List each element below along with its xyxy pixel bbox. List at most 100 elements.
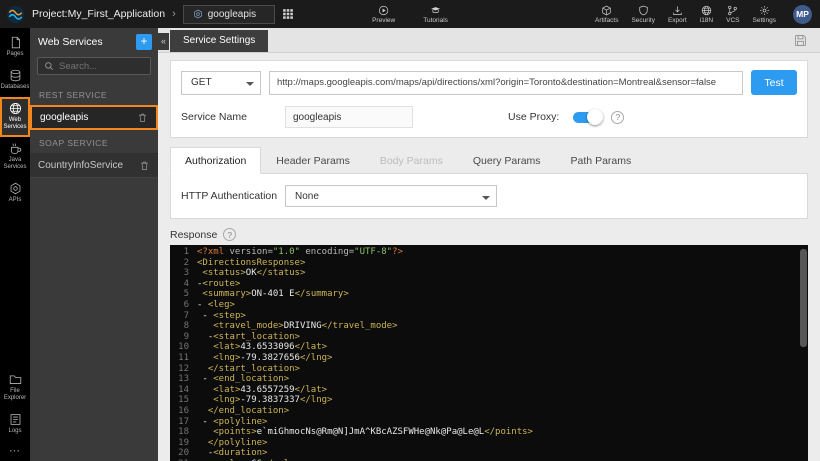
use-proxy-toggle[interactable] bbox=[573, 109, 604, 125]
sidebar-item-web-services[interactable]: Web Services bbox=[0, 97, 30, 137]
code-line: 20 -<duration> bbox=[170, 448, 808, 459]
editor-scrollbar[interactable] bbox=[799, 246, 807, 461]
sidebar-top-group: Pages Databases Web Services Java Services A… bbox=[0, 31, 30, 210]
topbar-item-artifacts[interactable]: Artifacts bbox=[595, 5, 618, 24]
databases-icon bbox=[9, 69, 22, 82]
service-item-label: CountryInfoService bbox=[38, 159, 124, 171]
line-number: 10 bbox=[178, 342, 189, 353]
line-number: 17 bbox=[178, 416, 189, 427]
security-icon bbox=[638, 5, 649, 16]
tab-authorization[interactable]: Authorization bbox=[170, 147, 262, 174]
topbar: Project:My_First_Application › googleapi… bbox=[0, 0, 820, 28]
service-item-googleapis[interactable]: googleapis bbox=[30, 105, 158, 130]
http-auth-select[interactable]: None bbox=[285, 185, 497, 207]
search-icon bbox=[44, 61, 54, 71]
topbar-item-security[interactable]: Security bbox=[631, 5, 655, 24]
service-item-countryinfoservice[interactable]: CountryInfoService bbox=[30, 153, 158, 178]
request-card: GET Test Service Name Use Proxy: ? bbox=[170, 60, 808, 138]
response-editor[interactable]: 1 <?xml version="1.0" encoding="UTF-8"?> 2… bbox=[170, 245, 808, 461]
line-number: 5 bbox=[183, 289, 189, 300]
delete-icon[interactable] bbox=[139, 160, 150, 171]
sidebar-item-java-services[interactable]: Java Services bbox=[0, 137, 30, 177]
sidebar-item-logs[interactable]: Logs bbox=[0, 408, 30, 441]
search-input[interactable] bbox=[59, 60, 144, 72]
panel-header: Web Services + bbox=[30, 28, 158, 55]
code-line: 5 <summary>ON-401 E</summary> bbox=[170, 289, 808, 300]
line-number: 9 bbox=[183, 331, 189, 342]
sidebar-item-file-explorer[interactable]: File Explorer bbox=[0, 368, 30, 408]
code-line: 3 <status>OK</status> bbox=[170, 268, 808, 279]
add-service-button[interactable]: + bbox=[136, 34, 152, 50]
delete-icon[interactable] bbox=[137, 112, 148, 123]
topbar-item-preview[interactable]: Preview bbox=[372, 5, 395, 24]
test-button[interactable]: Test bbox=[751, 70, 797, 95]
request-url-input[interactable] bbox=[269, 70, 743, 95]
tab-query-params[interactable]: Query Params bbox=[458, 147, 556, 174]
line-number: 13 bbox=[178, 374, 189, 385]
code-line: 13 - <end_location> bbox=[170, 374, 808, 385]
project-name[interactable]: Project:My_First_Application bbox=[32, 8, 165, 20]
sidebar-item-label: Databases bbox=[0, 84, 30, 90]
sidebar-bottom-group: File Explorer Logs bbox=[0, 368, 30, 441]
service-selector-icon bbox=[193, 9, 203, 19]
page-body: GET Test Service Name Use Proxy: ? Autho… bbox=[158, 53, 820, 461]
app-logo-icon[interactable] bbox=[6, 5, 25, 24]
vcs-icon bbox=[727, 5, 738, 16]
tab-service-settings[interactable]: Service Settings bbox=[170, 30, 269, 52]
tab-header-params[interactable]: Header Params bbox=[261, 147, 365, 174]
http-method-select[interactable]: GET bbox=[181, 70, 261, 95]
service-selector[interactable]: googleapis bbox=[182, 4, 275, 24]
topbar-item-settings[interactable]: Settings bbox=[753, 5, 776, 24]
params-tabs: Authorization Header Params Body Params Que… bbox=[170, 147, 808, 174]
artifacts-icon bbox=[601, 5, 612, 16]
topbar-item-export[interactable]: Export bbox=[668, 5, 687, 24]
collapse-panel-button[interactable]: « bbox=[158, 33, 169, 50]
authorization-card: HTTP Authentication None bbox=[170, 173, 808, 219]
code-line: 1 <?xml version="1.0" encoding="UTF-8"?> bbox=[170, 247, 808, 258]
service-selector-label: googleapis bbox=[207, 8, 257, 20]
proxy-help-icon[interactable]: ? bbox=[611, 110, 625, 124]
topbar-item-label: Preview bbox=[372, 16, 396, 24]
code-line: 11 <lng>-79.3827656</lng> bbox=[170, 353, 808, 364]
search-box[interactable] bbox=[37, 57, 151, 75]
main-content: Service Settings GET Test Service Name bbox=[158, 28, 820, 461]
section-title-soap-service: SOAP SERVICE bbox=[39, 138, 108, 148]
line-number: 8 bbox=[183, 321, 189, 332]
code-line: 19 </polyline> bbox=[170, 438, 808, 449]
http-auth-value: None bbox=[295, 190, 319, 202]
save-icon[interactable] bbox=[794, 34, 807, 47]
user-avatar[interactable]: MP bbox=[793, 4, 812, 24]
topbar-right: Artifacts Security Export i18N VCS Settings bbox=[595, 5, 776, 24]
line-number: 4 bbox=[183, 278, 189, 289]
section-title-rest-service: REST SERVICE bbox=[39, 90, 108, 100]
topbar-item-i18n[interactable]: i18N bbox=[700, 5, 713, 24]
code-area: 1 <?xml version="1.0" encoding="UTF-8"?> 2… bbox=[170, 245, 808, 461]
response-help-icon[interactable]: ? bbox=[223, 228, 237, 241]
line-number: 19 bbox=[178, 437, 189, 448]
sidebar-item-databases[interactable]: Databases bbox=[0, 64, 30, 97]
line-number: 16 bbox=[178, 405, 189, 416]
settings-icon bbox=[759, 5, 770, 16]
breadcrumb-chevron-icon: › bbox=[172, 8, 176, 20]
topbar-item-label: Artifacts bbox=[594, 16, 619, 24]
sidebar-item-label: Pages bbox=[6, 51, 24, 57]
topbar-item-vcs[interactable]: VCS bbox=[726, 5, 740, 24]
sidebar-item-apis[interactable]: APIs bbox=[0, 177, 30, 210]
export-icon bbox=[672, 5, 683, 16]
apis-icon bbox=[9, 182, 22, 195]
line-number: 3 bbox=[183, 268, 189, 279]
service-name-input[interactable] bbox=[285, 106, 413, 128]
panel-title: Web Services bbox=[38, 36, 103, 48]
scrollbar-thumb[interactable] bbox=[800, 249, 807, 347]
webservices-panel: Web Services + « REST SERVICE googleapis S… bbox=[30, 28, 169, 461]
sidebar-item-label: Web Services bbox=[3, 117, 27, 130]
tab-path-params[interactable]: Path Params bbox=[556, 147, 647, 174]
apps-grid-icon[interactable] bbox=[282, 8, 294, 20]
logs-icon bbox=[9, 413, 22, 426]
topbar-item-label: VCS bbox=[726, 16, 740, 24]
sidebar-item-pages[interactable]: Pages bbox=[0, 31, 30, 64]
topbar-item-tutorials[interactable]: Tutorials bbox=[423, 5, 448, 24]
i18n-icon bbox=[701, 5, 712, 16]
response-label: Response bbox=[170, 228, 218, 241]
sidebar-more-button[interactable]: ⋯ bbox=[0, 441, 30, 461]
